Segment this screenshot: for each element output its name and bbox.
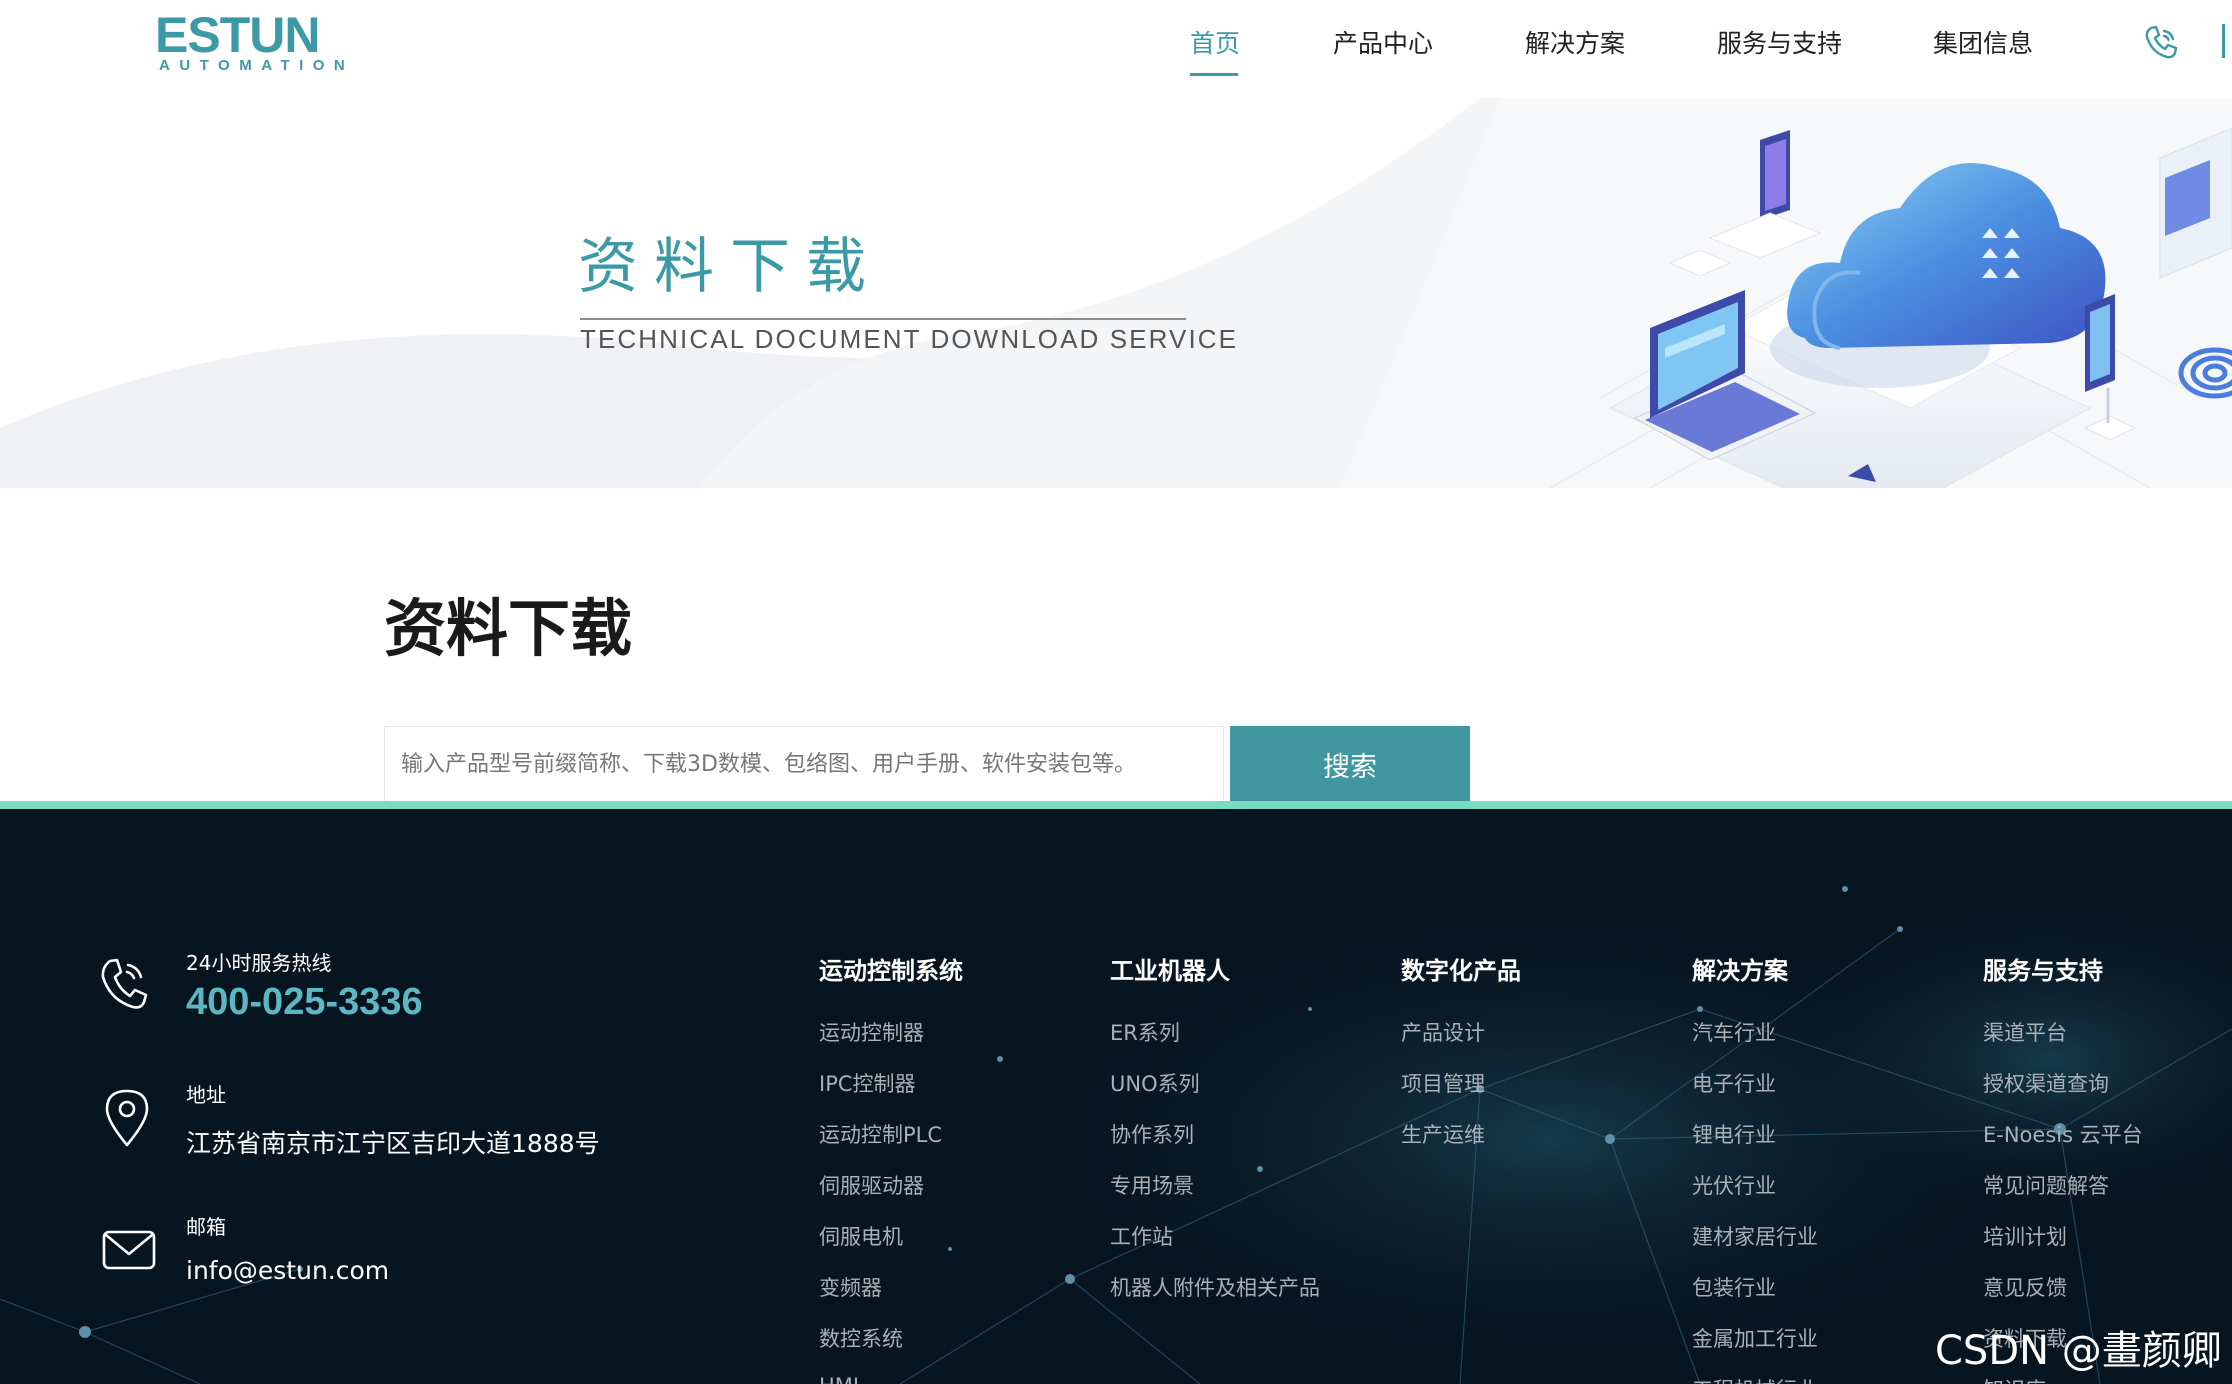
footer-link[interactable]: 锂电行业 bbox=[1692, 1119, 1776, 1149]
page-title: 资料下载 bbox=[384, 592, 633, 665]
footer-link[interactable]: 工作站 bbox=[1110, 1221, 1173, 1251]
email-value[interactable]: info@estun.com bbox=[186, 1256, 389, 1285]
footer-link[interactable]: 运动控制器 bbox=[819, 1017, 924, 1047]
location-pin-icon bbox=[102, 1087, 152, 1153]
logo-tagline: AUTOMATION bbox=[159, 57, 355, 74]
footer-link[interactable]: 伺服电机 bbox=[819, 1221, 903, 1251]
banner-subtitle: TECHNICAL DOCUMENT DOWNLOAD SERVICE bbox=[580, 324, 1239, 354]
footer-link[interactable]: 伺服驱动器 bbox=[819, 1170, 924, 1200]
hotline-number[interactable]: 400-025-3336 bbox=[186, 981, 423, 1024]
footer-link[interactable]: 协作系列 bbox=[1110, 1119, 1194, 1149]
footer-heading-service-support[interactable]: 服务与支持 bbox=[1983, 951, 2103, 986]
footer-link[interactable]: 汽车行业 bbox=[1692, 1017, 1776, 1047]
footer-link[interactable]: UNO系列 bbox=[1110, 1068, 1200, 1098]
logo-wordmark: ESTUN bbox=[155, 7, 320, 63]
footer-link[interactable]: 机器人附件及相关产品 bbox=[1110, 1272, 1320, 1302]
footer-link[interactable]: 建材家居行业 bbox=[1692, 1221, 1818, 1251]
footer-link[interactable]: 常见问题解答 bbox=[1983, 1170, 2109, 1200]
footer-link[interactable]: 渠道平台 bbox=[1983, 1017, 2067, 1047]
footer-link[interactable]: 生产运维 bbox=[1401, 1119, 1485, 1149]
nav-item-group-info[interactable]: 集团信息 bbox=[1933, 24, 2033, 60]
footer-link[interactable]: 培训计划 bbox=[1983, 1221, 2067, 1251]
footer-heading-digital-products[interactable]: 数字化产品 bbox=[1401, 951, 1521, 986]
phone-icon[interactable] bbox=[2142, 22, 2182, 62]
search-button[interactable]: 搜索 bbox=[1230, 726, 1470, 802]
address-value: 江苏省南京市江宁区吉印大道1888号 bbox=[186, 1129, 600, 1158]
footer-link[interactable]: 运动控制PLC bbox=[819, 1119, 942, 1149]
nav-item-service-support[interactable]: 服务与支持 bbox=[1717, 24, 1842, 60]
footer-link[interactable]: IPC控制器 bbox=[819, 1068, 916, 1098]
footer-heading-industrial-robots[interactable]: 工业机器人 bbox=[1110, 951, 1230, 986]
hotline-label: 24小时服务热线 bbox=[186, 951, 332, 975]
site-footer: 24小时服务热线 400-025-3336 地址 江苏省南京市江宁区吉印大道18… bbox=[0, 809, 2232, 1384]
email-label: 邮箱 bbox=[186, 1215, 226, 1239]
footer-link[interactable]: 数控系统 bbox=[819, 1323, 903, 1353]
footer-accent-bar bbox=[0, 801, 2232, 809]
footer-link[interactable]: 变频器 bbox=[819, 1272, 882, 1302]
nav-item-solutions[interactable]: 解决方案 bbox=[1525, 24, 1625, 60]
footer-link[interactable]: 金属加工行业 bbox=[1692, 1323, 1818, 1353]
address-label: 地址 bbox=[186, 1083, 226, 1107]
footer-link[interactable]: 光伏行业 bbox=[1692, 1170, 1776, 1200]
hero-banner: 资料下载 TECHNICAL DOCUMENT DOWNLOAD SERVICE bbox=[0, 98, 2232, 488]
nav-item-home[interactable]: 首页 bbox=[1190, 24, 1240, 60]
footer-link[interactable]: 意见反馈 bbox=[1983, 1272, 2067, 1302]
footer-link[interactable]: HMI bbox=[819, 1374, 859, 1384]
hotline-phone-icon bbox=[96, 955, 152, 1023]
footer-link[interactable]: 产品设计 bbox=[1401, 1017, 1485, 1047]
banner-title: 资料下载 bbox=[578, 232, 882, 302]
footer-link[interactable]: 授权渠道查询 bbox=[1983, 1068, 2109, 1098]
footer-link[interactable]: 包装行业 bbox=[1692, 1272, 1776, 1302]
footer-heading-solutions[interactable]: 解决方案 bbox=[1692, 951, 1788, 986]
footer-link[interactable]: E-Noesis 云平台 bbox=[1983, 1119, 2143, 1149]
estun-logo[interactable]: ESTUN AUTOMATION bbox=[155, 7, 345, 74]
search-input[interactable] bbox=[384, 726, 1224, 802]
nav-item-products[interactable]: 产品中心 bbox=[1333, 24, 1433, 60]
footer-link[interactable]: 电子行业 bbox=[1692, 1068, 1776, 1098]
nav-active-indicator bbox=[1190, 73, 1238, 76]
header-divider bbox=[2222, 24, 2225, 58]
banner-divider bbox=[580, 318, 1186, 320]
footer-link[interactable]: 工程机械行业 bbox=[1692, 1374, 1818, 1384]
footer-heading-motion-control[interactable]: 运动控制系统 bbox=[819, 951, 963, 986]
footer-link[interactable]: 项目管理 bbox=[1401, 1068, 1485, 1098]
banner-background bbox=[0, 98, 2232, 488]
csdn-watermark: CSDN @畫颜卿 bbox=[1935, 1328, 2222, 1374]
footer-link[interactable]: ER系列 bbox=[1110, 1017, 1180, 1047]
site-header: ESTUN AUTOMATION 首页 产品中心 解决方案 服务与支持 集团信息 bbox=[0, 0, 2232, 98]
email-icon bbox=[100, 1227, 158, 1277]
footer-link[interactable]: 专用场景 bbox=[1110, 1170, 1194, 1200]
